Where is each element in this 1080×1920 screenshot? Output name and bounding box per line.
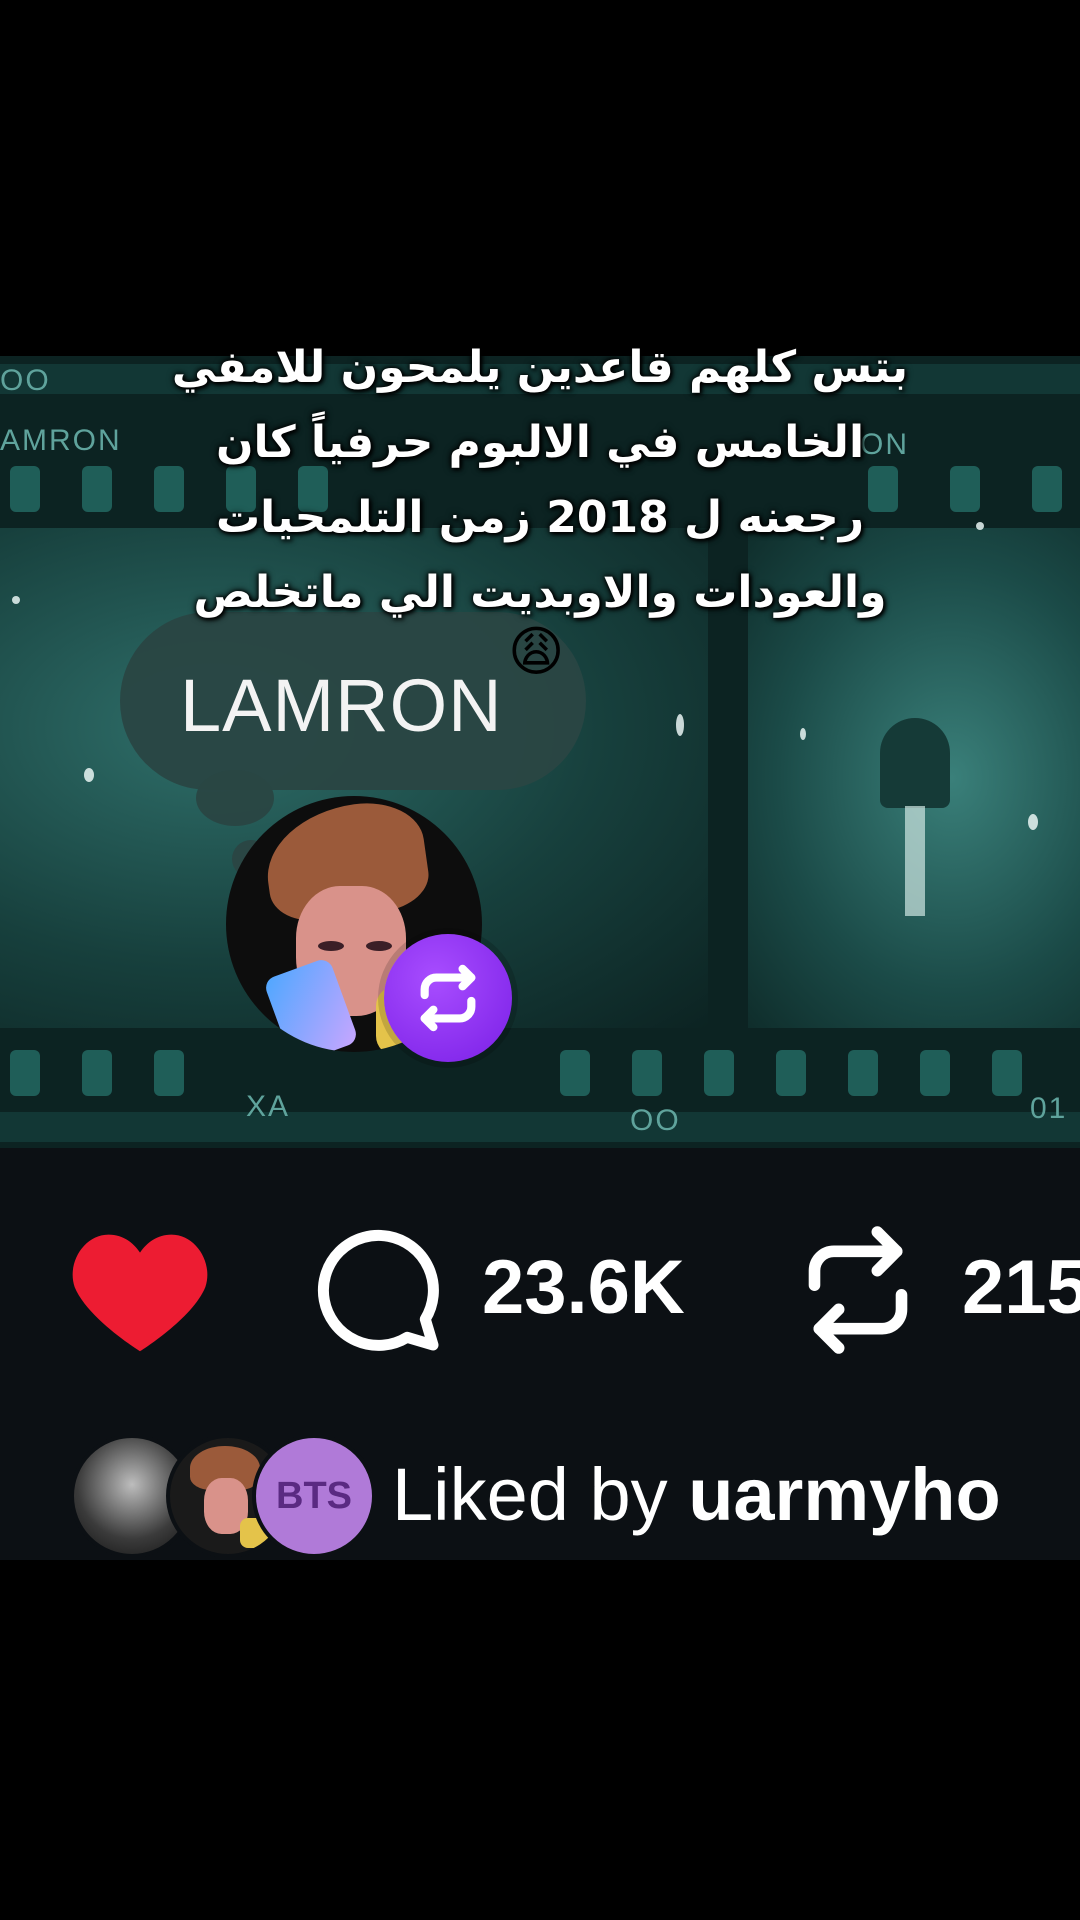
repost-button[interactable] bbox=[800, 1222, 916, 1363]
caption-line: والعودات والاوبديت الي ماتخلص bbox=[193, 567, 887, 618]
film-label-left: AMRON bbox=[0, 424, 122, 457]
film-label-bottom-mid: OO bbox=[630, 1104, 681, 1137]
comment-count: 23.6K bbox=[482, 1245, 685, 1330]
caption-line: رجعنه ل 2018 زمن التلمحيات bbox=[215, 492, 865, 543]
avatar-eye bbox=[366, 941, 392, 951]
dust-speck bbox=[12, 596, 20, 604]
film-label-top-left: OO bbox=[0, 364, 51, 397]
sprocket-holes bbox=[0, 0, 1080, 1920]
film-label-bottom-left: XA bbox=[246, 1090, 291, 1123]
heart-icon bbox=[72, 1234, 208, 1352]
caption-line: بتس كلهم قاعدين يلمحون للامفي bbox=[171, 342, 909, 393]
dust-speck bbox=[976, 522, 984, 530]
dust-speck bbox=[676, 714, 684, 736]
comment-button[interactable] bbox=[312, 1224, 444, 1361]
bts-avatar-text: BTS bbox=[276, 1474, 352, 1517]
comment-icon bbox=[317, 1229, 439, 1351]
dust-speck bbox=[84, 768, 94, 782]
repost-count: 215 bbox=[962, 1245, 1080, 1330]
dust-speck bbox=[800, 728, 806, 740]
repost-icon bbox=[420, 964, 476, 1032]
liked-by-text[interactable]: Liked by uarmyho bbox=[392, 1452, 1001, 1537]
avatar-eye bbox=[318, 941, 344, 951]
like-button[interactable] bbox=[70, 1228, 210, 1357]
lamp-shade bbox=[880, 718, 950, 808]
thought-bubble-text: LAMRON bbox=[180, 664, 503, 747]
repost-badge[interactable] bbox=[384, 934, 512, 1062]
repost-icon bbox=[808, 1226, 908, 1354]
thought-bubble-tail bbox=[196, 770, 274, 826]
caption-line: الخامس في الالبوم حرفياً كان bbox=[215, 417, 865, 468]
film-label-bottom-right: 01 bbox=[1030, 1092, 1068, 1125]
video-caption: بتس كلهم قاعدين يلمحون للامفي الخامس في … bbox=[150, 330, 930, 630]
dust-speck bbox=[1028, 814, 1038, 830]
liked-by-avatar[interactable]: BTS bbox=[252, 1434, 376, 1558]
lamp-post bbox=[905, 806, 925, 916]
weary-face-emoji: 😩 bbox=[508, 620, 565, 683]
liked-by-username[interactable]: uarmyho bbox=[688, 1453, 1001, 1536]
liked-by-prefix: Liked by bbox=[392, 1453, 689, 1536]
